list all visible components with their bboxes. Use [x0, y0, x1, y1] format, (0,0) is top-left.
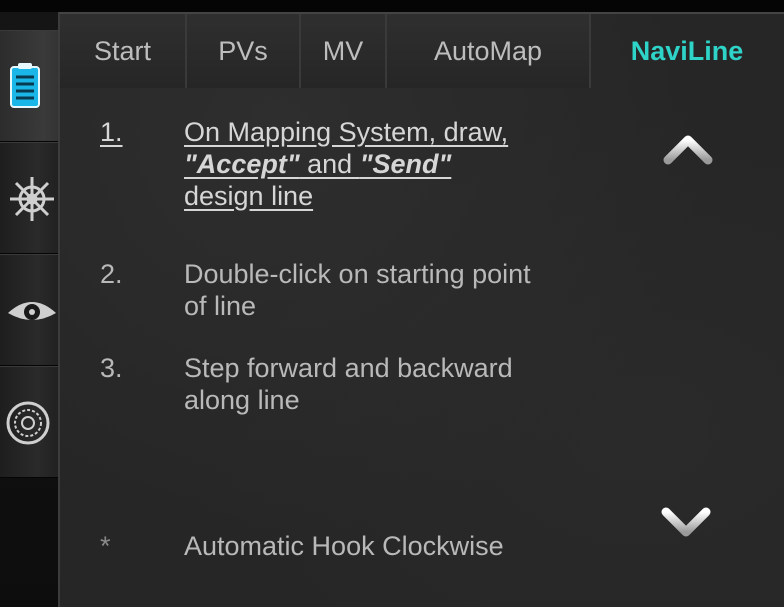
clipboard-icon	[10, 63, 40, 108]
note-text: Automatic Hook Clockwise	[184, 531, 504, 561]
sidebar-item-view[interactable]	[0, 254, 62, 366]
naviline-panel: Start PVs MV AutoMap NaviLine 1. On Mapp…	[58, 12, 784, 607]
step-text-line: Step forward and backward	[184, 353, 513, 383]
step-text-line: Double-click on starting point	[184, 259, 531, 289]
step-text-line: of line	[184, 291, 257, 321]
sidebar-item-navigation[interactable]	[0, 142, 62, 254]
step-number: 2.	[100, 259, 123, 289]
top-strip	[0, 0, 784, 12]
scroll-down-chevron-icon[interactable]	[658, 504, 714, 544]
scroll-up-chevron-icon[interactable]	[660, 126, 716, 166]
dial-icon	[6, 401, 50, 445]
accept-keyword: "Accept"	[184, 149, 300, 179]
step-text-and: and	[299, 149, 360, 179]
step-number: 3.	[100, 353, 123, 383]
eye-icon	[8, 302, 56, 320]
step-text-line: design line	[184, 181, 314, 211]
sidebar-item-dial[interactable]	[0, 366, 62, 478]
sidebar-rail	[0, 12, 72, 607]
step-number: 1.	[100, 117, 123, 147]
tab-pvs[interactable]: PVs	[187, 14, 301, 88]
tab-bar: Start PVs MV AutoMap NaviLine	[60, 14, 783, 90]
tab-naviline[interactable]: NaviLine	[591, 14, 783, 88]
step-text-line: along line	[184, 385, 300, 415]
step-text-line: On Mapping System, draw,	[184, 117, 509, 147]
tab-automap[interactable]: AutoMap	[387, 14, 591, 88]
note-marker: *	[100, 531, 111, 561]
tab-start[interactable]: Start	[60, 14, 187, 88]
tab-mv[interactable]: MV	[301, 14, 387, 88]
send-keyword: "Send"	[359, 149, 452, 179]
helm-icon	[10, 177, 54, 221]
